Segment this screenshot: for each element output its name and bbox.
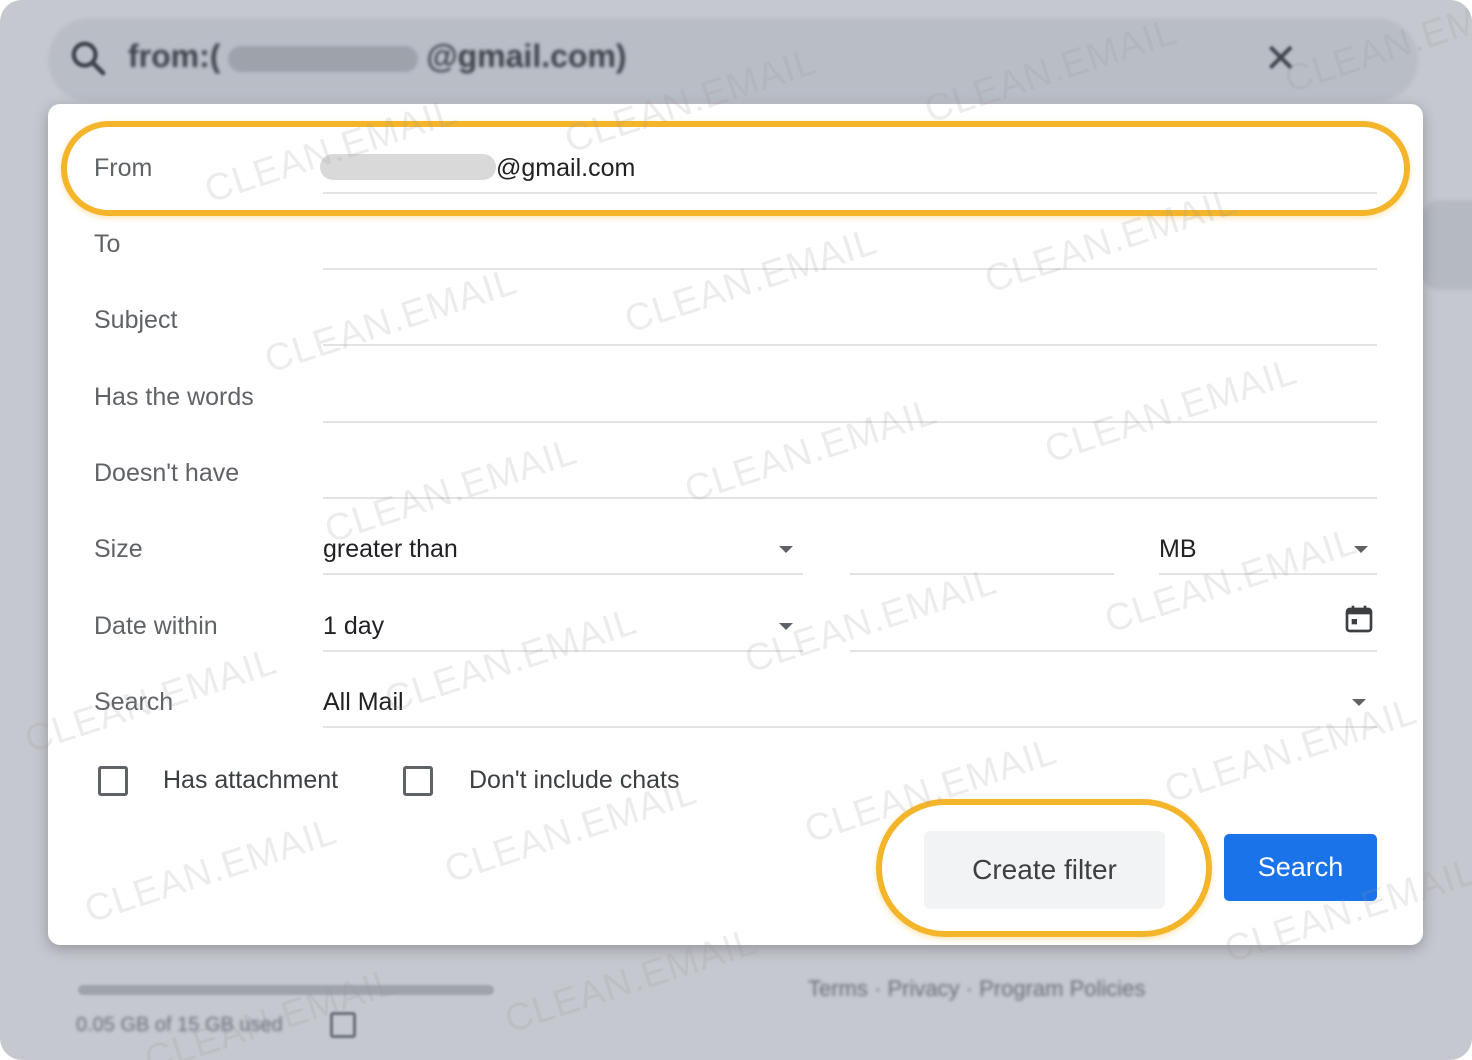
chevron-down-icon	[779, 546, 793, 553]
date-within-row: Date within 1 day	[48, 598, 1423, 658]
background-right-pill	[1420, 200, 1472, 290]
date-range-select[interactable]: 1 day	[323, 598, 803, 658]
close-icon: ✕	[1264, 37, 1298, 81]
create-filter-button[interactable]: Create filter	[924, 831, 1165, 909]
dont-include-chats-checkbox[interactable]	[403, 766, 433, 796]
checkbox-row: Has attachment Don't include chats	[48, 758, 1423, 802]
storage-bar	[78, 985, 494, 995]
to-underline	[323, 268, 1377, 270]
has-words-underline	[323, 421, 1377, 423]
size-comparator-select[interactable]: greater than	[323, 521, 803, 581]
to-row: To	[48, 216, 1423, 276]
dont-include-chats-label[interactable]: Don't include chats	[469, 766, 679, 795]
size-amount-input[interactable]	[850, 521, 1114, 581]
chevron-down-icon	[1354, 546, 1368, 553]
search-button[interactable]: Search	[1224, 834, 1377, 901]
from-label: From	[94, 154, 153, 182]
subject-row: Subject	[48, 292, 1423, 352]
to-label: To	[94, 230, 121, 258]
chevron-down-icon	[779, 623, 793, 630]
doesnt-have-label: Doesn't have	[94, 459, 240, 487]
search-scope-row: Search All Mail	[48, 674, 1423, 734]
doesnt-have-row: Doesn't have	[48, 445, 1423, 505]
app-frame: from:(@gmail.com) ✕ 0.05 GB of 15 GB use…	[0, 0, 1472, 1060]
storage-text: 0.05 GB of 15 GB used	[76, 1014, 283, 1036]
external-link-icon	[330, 1012, 356, 1038]
footer-links: Terms · Privacy · Program Policies	[808, 976, 1146, 1001]
from-underline	[323, 192, 1377, 194]
chevron-down-icon	[1352, 699, 1366, 706]
has-attachment-label[interactable]: Has attachment	[163, 766, 338, 795]
search-scope-label: Search	[94, 688, 174, 716]
has-words-row: Has the words	[48, 369, 1423, 429]
date-within-label: Date within	[94, 612, 218, 640]
subject-underline	[323, 344, 1377, 346]
has-attachment-checkbox[interactable]	[98, 766, 128, 796]
size-row: Size greater than MB	[48, 521, 1423, 581]
date-input[interactable]	[850, 598, 1377, 658]
size-label: Size	[94, 535, 143, 563]
doesnt-have-underline	[323, 497, 1377, 499]
from-field[interactable]: @gmail.com	[320, 154, 635, 183]
redacted-address	[320, 154, 496, 180]
search-options-dialog: From @gmail.com To Subject Has the words…	[48, 104, 1423, 945]
background-search-query: from:(@gmail.com)	[128, 38, 627, 74]
subject-label: Subject	[94, 306, 178, 334]
search-icon	[71, 41, 106, 76]
watermark: CLEAN.EMAIL	[139, 960, 403, 1060]
from-row: From @gmail.com	[48, 140, 1423, 200]
size-unit-select[interactable]: MB	[1159, 521, 1377, 581]
has-words-label: Has the words	[94, 383, 254, 411]
search-scope-select[interactable]: All Mail	[323, 674, 1377, 734]
calendar-icon[interactable]	[1343, 602, 1375, 636]
